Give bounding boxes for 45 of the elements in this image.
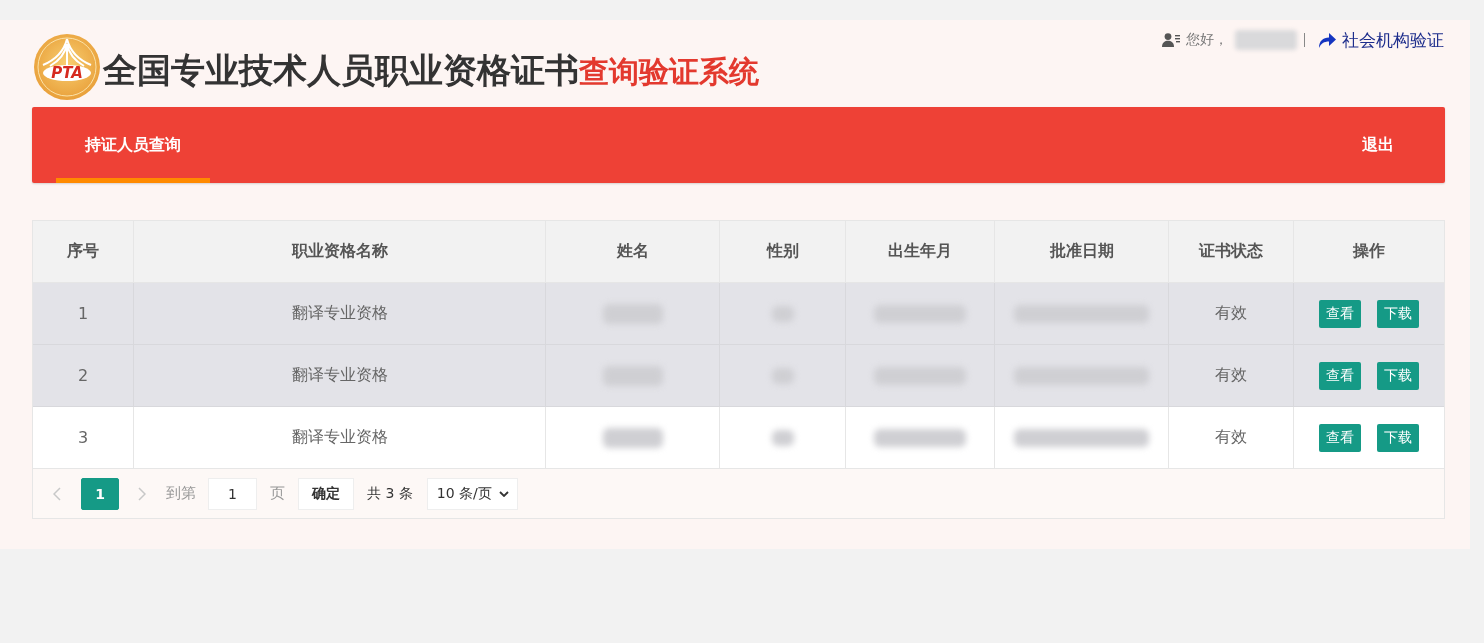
chevron-right-icon (138, 486, 146, 501)
site-title-highlight: 查询验证系统 (579, 54, 759, 89)
greeting-text: 您好， (1186, 31, 1228, 49)
confirm-button[interactable]: 确定 (298, 477, 354, 510)
action-button[interactable]: 下载 (1377, 423, 1419, 452)
user-icon (1162, 33, 1180, 47)
action-button[interactable]: 查看 (1319, 423, 1361, 452)
logout-link[interactable]: 退出 (1362, 107, 1394, 183)
page-size-select[interactable]: 10 条/页 (426, 477, 518, 510)
pta-logo: PTA (33, 33, 101, 101)
action-button[interactable]: 查看 (1319, 299, 1361, 328)
column-header: 序号 (67, 241, 99, 262)
org-verify-link[interactable]: 社会机构验证 (1318, 28, 1444, 52)
action-button[interactable]: 下载 (1377, 299, 1419, 328)
chevron-down-icon (498, 490, 509, 497)
table-cell: 2 (77, 366, 89, 385)
action-button[interactable]: 下载 (1377, 361, 1419, 390)
site-title: 全国专业技术人员职业资格证书 (103, 50, 579, 90)
page-input[interactable]: 1 (208, 477, 257, 510)
total-count: 共 3 条 (367, 484, 413, 503)
table-cell: 1 (77, 304, 89, 323)
column-header: 职业资格名称 (291, 241, 388, 262)
table-cell: 翻译专业资格 (291, 303, 388, 324)
column-header: 出生年月 (888, 241, 952, 262)
nav-tab[interactable]: 持证人员查询 (56, 107, 210, 183)
goto-label: 到第 (166, 484, 196, 503)
page-button[interactable]: 1 (81, 477, 119, 510)
column-header: 性别 (766, 241, 799, 262)
table-cell: 有效 (1215, 303, 1247, 324)
table-cell: 3 (77, 428, 89, 447)
page-unit-label: 页 (270, 484, 285, 503)
blurred-name (1235, 30, 1297, 50)
blurred-text (771, 429, 794, 446)
table-cell: 翻译专业资格 (291, 427, 388, 448)
table-cell: 有效 (1215, 365, 1247, 386)
table-cell: 翻译专业资格 (291, 365, 388, 386)
column-header: 操作 (1353, 241, 1385, 262)
action-button[interactable]: 查看 (1319, 361, 1361, 390)
blurred-text (602, 427, 663, 448)
column-header: 证书状态 (1199, 241, 1263, 262)
share-arrow-icon (1318, 32, 1336, 48)
column-header: 姓名 (616, 241, 649, 262)
column-header: 批准日期 (1049, 241, 1114, 262)
chevron-left-icon (53, 486, 61, 501)
table-cell: 有效 (1215, 427, 1247, 448)
